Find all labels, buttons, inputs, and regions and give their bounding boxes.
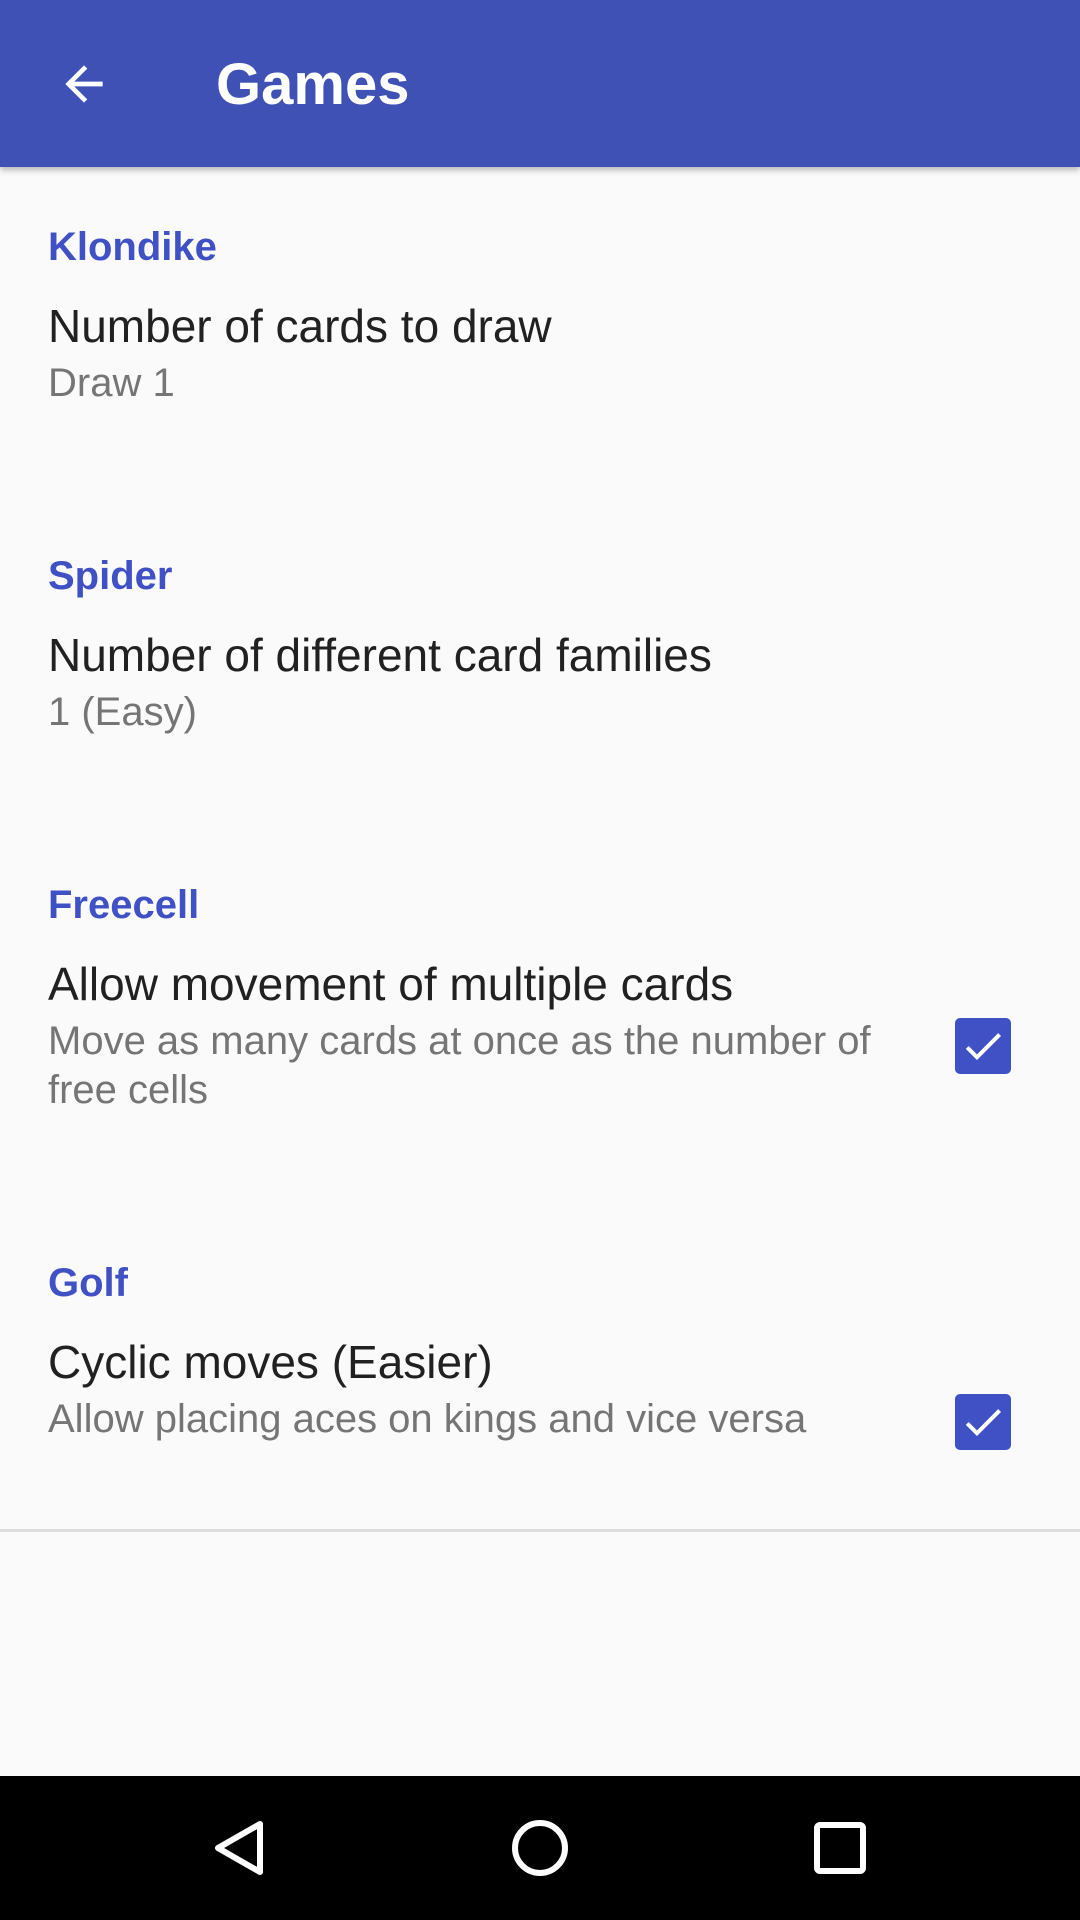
check-icon: [965, 1409, 1001, 1436]
category-freecell: Freecell: [48, 883, 200, 927]
arrow-back-icon: [65, 65, 103, 103]
pref-cyclic-moves[interactable]: Cyclic moves (Easier) Allow placing aces…: [0, 1334, 1080, 1494]
pref-cards-to-draw[interactable]: Number of cards to draw Draw 1: [0, 298, 1080, 498]
cyclic-moves-checkbox[interactable]: [955, 1394, 1011, 1450]
category-spider: Spider: [48, 554, 173, 598]
pref-title: Cyclic moves (Easier): [48, 1336, 493, 1388]
category-golf: Golf: [48, 1261, 128, 1305]
pref-summary: Allow placing aces on kings and vice ver…: [48, 1397, 807, 1441]
multiple-cards-checkbox[interactable]: [955, 1018, 1011, 1074]
pref-summary: 1 (Easy): [48, 690, 197, 734]
app-toolbar: Games: [0, 0, 1080, 167]
page-title: Games: [216, 52, 410, 117]
pref-title: Allow movement of multiple cards: [48, 958, 734, 1010]
check-icon: [965, 1033, 1001, 1060]
pref-title: Number of cards to draw: [48, 300, 552, 352]
pref-multiple-cards[interactable]: Allow movement of multiple cards Move as…: [0, 956, 1080, 1156]
nav-back-triangle-icon: [215, 1821, 263, 1875]
list-divider: [0, 1529, 1080, 1532]
pref-summary: Draw 1: [48, 361, 175, 405]
nav-home-circle-icon: [512, 1820, 568, 1876]
category-klondike: Klondike: [48, 225, 217, 269]
pref-card-families[interactable]: Number of different card families 1 (Eas…: [0, 627, 1080, 827]
nav-back-button[interactable]: [192, 1800, 288, 1896]
nav-home-button[interactable]: [492, 1800, 588, 1896]
pref-title: Number of different card families: [48, 629, 712, 681]
back-button[interactable]: [40, 40, 128, 128]
nav-recents-square-icon: [814, 1822, 866, 1874]
pref-summary: Move as many cards at once as the number…: [48, 1019, 871, 1112]
system-nav-bar: [0, 1776, 1080, 1920]
nav-recents-button[interactable]: [792, 1800, 888, 1896]
games-settings-screen: Games Klondike Number of cards to draw D…: [0, 0, 1080, 1920]
